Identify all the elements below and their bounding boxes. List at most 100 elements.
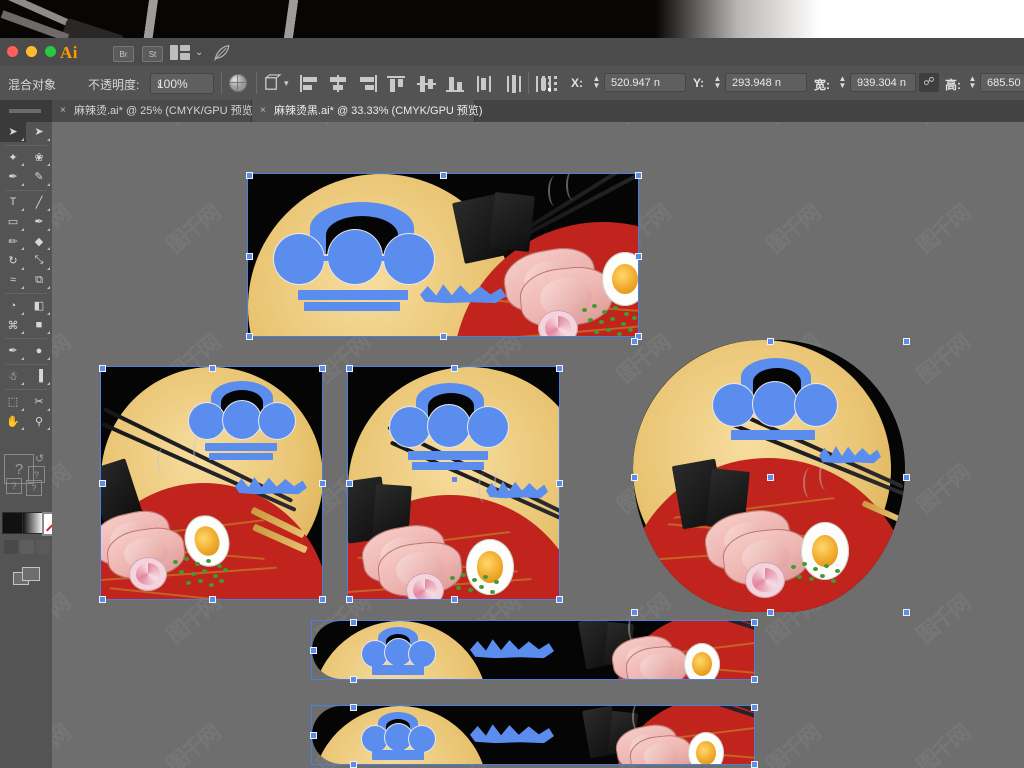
artboard-poster-square-left[interactable] (101, 367, 322, 599)
mesh-tool[interactable]: ⌘ (0, 316, 26, 336)
zoom-tool[interactable]: ⚲ (26, 412, 52, 432)
artboard-poster-square-center[interactable] (348, 367, 559, 599)
gradient-tool[interactable]: ■ (26, 316, 52, 336)
artboard-strip-banner-upper[interactable] (312, 621, 754, 679)
minimize-button[interactable] (26, 46, 37, 57)
bridge-button[interactable]: Br (113, 46, 134, 62)
adobe-stock-button[interactable]: St (142, 46, 163, 62)
chevron-down-icon[interactable]: ▾ (284, 78, 289, 89)
tool-flyout-indicator (47, 331, 50, 334)
gradient-swatch[interactable] (22, 512, 44, 534)
tool-flyout-indicator (47, 286, 50, 289)
tab-panel-handle[interactable] (0, 100, 53, 122)
scale-tool[interactable]: ⤡ (26, 251, 52, 271)
paintbrush-tool[interactable]: ✒ (26, 212, 52, 232)
distribute-left-icon[interactable] (474, 74, 499, 93)
watermark-text: 图千网 (762, 721, 825, 768)
brand-logo-emblem[interactable] (362, 627, 435, 675)
eyedropper-tool[interactable]: ✒ (0, 341, 26, 361)
rectangle-tool[interactable]: ▭ (0, 212, 26, 232)
shape-builder-tool[interactable]: ◔ (0, 296, 26, 316)
tab-malatang[interactable]: × 麻辣烫.ai* @ 25% (CMYK/GPU 预览) (52, 100, 256, 122)
align-right-icon[interactable] (356, 74, 381, 93)
brand-script-text[interactable] (470, 724, 554, 744)
line-segment-tool[interactable]: ╱ (26, 193, 52, 213)
close-icon[interactable]: × (60, 100, 66, 122)
arrange-documents-icon[interactable] (170, 45, 190, 60)
height-input[interactable]: 685.50 (980, 73, 1024, 92)
lasso-tool[interactable]: ❀ (26, 148, 52, 168)
slice-tool[interactable]: ✂ (26, 392, 52, 412)
chevron-down-icon[interactable]: ⌄ (195, 47, 203, 58)
opacity-dropdown-icon[interactable]: › (157, 77, 209, 91)
change-screen-mode-icon[interactable] (13, 567, 40, 585)
swap-arrow-icon[interactable]: ↺ (35, 452, 44, 465)
brand-logo-emblem[interactable] (390, 383, 508, 470)
distribute-horizontal-center-icon[interactable] (503, 74, 528, 93)
leaf-icon[interactable] (213, 44, 231, 61)
x-stepper[interactable]: ▲ ▼ (592, 75, 601, 91)
align-vertical-center-icon[interactable] (415, 74, 440, 93)
tool-row: ✏ ◆ (0, 232, 52, 252)
width-stepper[interactable]: ▲ ▼ (838, 75, 847, 91)
recolor-artwork-icon[interactable] (229, 74, 247, 92)
perspective-grid-tool[interactable]: ◧ (26, 296, 52, 316)
close-icon[interactable]: × (260, 100, 266, 122)
shaper-tool[interactable]: ✏ (0, 232, 26, 252)
link-proportions-icon[interactable]: ☍ (919, 73, 939, 92)
tools-grid: ➤ ➤ ✦ ❀ ✒ ✎ T ╱ ▭ ✒ ✏ ◆ ↻ ⤡ ≈ ⧉ ◔ ◧ ⌘ ■ ✒ ● ☃ ▐ ⬚ ✂ ✋ ⚲ (0, 122, 52, 431)
eraser-tool[interactable]: ◆ (26, 232, 52, 252)
opacity-input[interactable]: 100% › (150, 73, 214, 94)
symbol-sprayer-tool[interactable]: ☃ (0, 367, 26, 387)
rotate-tool[interactable]: ↻ (0, 251, 26, 271)
y-stepper[interactable]: ▲ ▼ (713, 75, 722, 91)
watermark-text: 图千网 (759, 122, 826, 130)
y-input[interactable]: 293.948 n (725, 73, 807, 92)
transform-panel-icon[interactable] (263, 74, 282, 93)
y-label: Y: (693, 76, 705, 90)
blend-tool[interactable]: ● (26, 341, 52, 361)
brand-script-text[interactable] (470, 639, 554, 659)
draw-normal-icon[interactable] (4, 540, 18, 554)
close-button[interactable] (7, 46, 18, 57)
brand-logo-emblem[interactable] (713, 358, 837, 448)
zoom-button[interactable] (45, 46, 56, 57)
watermark-text: 图千网 (52, 122, 75, 130)
question-mark-icon: ? (26, 480, 42, 496)
width-input[interactable]: 939.304 n (850, 73, 916, 92)
control-bar: 混合对象 不透明度: 100% › ▾ X: ▲ ▼ 520.947 n Y: … (0, 66, 1024, 101)
hand-tool[interactable]: ✋ (0, 412, 26, 432)
tool-row: ⌘ ■ (0, 316, 52, 336)
watermark-text: 图千网 (159, 122, 226, 130)
tool-flyout-indicator (47, 163, 50, 166)
direct-selection-tool[interactable]: ➤ (26, 122, 52, 142)
type-tool[interactable]: T (0, 193, 26, 213)
width-tool[interactable]: ≈ (0, 271, 26, 291)
align-bottom-icon[interactable] (444, 74, 469, 93)
align-left-icon[interactable] (297, 74, 322, 93)
help-graphic: ? ? ? ? ↺ (2, 452, 50, 510)
brand-logo-emblem[interactable] (189, 381, 295, 460)
brand-logo-emblem[interactable] (362, 712, 435, 760)
draw-inside-icon[interactable] (36, 540, 50, 554)
column-graph-tool[interactable]: ▐ (26, 367, 52, 387)
x-input[interactable]: 520.947 n (604, 73, 686, 92)
pen-tool[interactable]: ✒ (0, 167, 26, 187)
tool-flyout-indicator (47, 247, 50, 250)
magic-wand-tool[interactable]: ✦ (0, 148, 26, 168)
draw-behind-icon[interactable] (20, 540, 34, 554)
artboard-banner-wide-top[interactable] (248, 174, 638, 336)
curvature-tool[interactable]: ✎ (26, 167, 52, 187)
height-stepper[interactable]: ▲ ▼ (968, 75, 977, 91)
free-transform-tool[interactable]: ⧉ (26, 271, 52, 291)
reference-point-icon[interactable] (541, 75, 559, 92)
artboard-strip-banner-lower[interactable] (312, 706, 754, 764)
fill-swatch[interactable] (2, 512, 24, 534)
artboard-tool[interactable]: ⬚ (0, 392, 26, 412)
selection-tool[interactable]: ➤ (0, 122, 26, 142)
watermark-text: 图千网 (52, 331, 75, 389)
align-horizontal-center-icon[interactable] (326, 74, 351, 93)
tab-malatang-hei[interactable]: × 麻辣烫黑.ai* @ 33.33% (CMYK/GPU 预览) (252, 100, 483, 122)
align-top-icon[interactable] (385, 74, 410, 93)
document-canvas[interactable]: 图千网 图千网 图千网 图千网 图千网 图千网 图千网 图千网 图千网 图千网 图千网 图千网 图千网图… (52, 122, 1024, 768)
